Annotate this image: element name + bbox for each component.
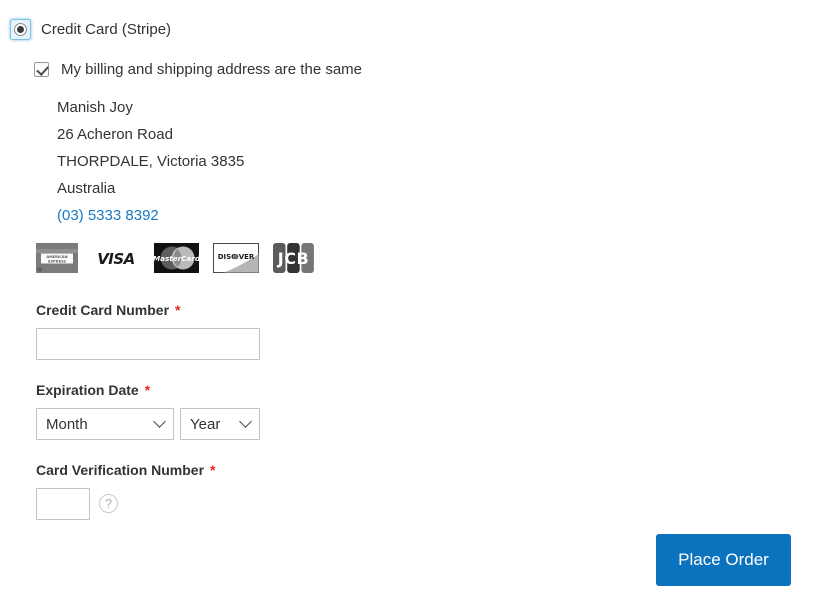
- credit-card-number-required-asterisk: *: [175, 302, 181, 318]
- jcb-logo: JCB: [273, 243, 314, 273]
- billing-same-label: My billing and shipping address are the …: [61, 61, 363, 78]
- payment-method-label: Credit Card (Stripe): [41, 21, 172, 38]
- question-mark-glyph: ?: [104, 496, 113, 511]
- billing-same-as-shipping-row[interactable]: My billing and shipping address are the …: [34, 61, 362, 78]
- expiration-date-required-asterisk: *: [144, 382, 151, 398]
- expiration-year-value: Year: [190, 415, 221, 433]
- card-verification-number-label: Card Verification Number *: [36, 462, 216, 478]
- card-verification-number-required-asterisk: *: [210, 462, 216, 478]
- american-express-logo: AMERICAN EXPRESS: [36, 243, 78, 273]
- svg-text:VISA: VISA: [97, 250, 135, 268]
- billing-same-checkbox[interactable]: [34, 62, 49, 77]
- address-country: Australia: [57, 180, 116, 197]
- question-mark-icon[interactable]: ?: [99, 494, 118, 513]
- svg-text:MasterCard: MasterCard: [154, 254, 199, 263]
- expiration-month-value: Month: [46, 415, 88, 433]
- credit-card-number-label-text: Credit Card Number: [36, 302, 170, 318]
- chevron-down-icon: [239, 414, 252, 428]
- expiration-year-select[interactable]: Year: [180, 408, 260, 440]
- credit-card-number-input[interactable]: [36, 328, 260, 360]
- discover-logo: DISC VER: [213, 243, 259, 273]
- accepted-card-logos: AMERICAN EXPRESS VISA MasterCard DISC VE…: [36, 243, 315, 273]
- radio-selected-icon[interactable]: [10, 19, 31, 40]
- svg-text:AMERICAN: AMERICAN: [46, 255, 67, 259]
- expiration-month-select[interactable]: Month: [36, 408, 174, 440]
- card-verification-number-input[interactable]: [36, 488, 90, 520]
- address-street: 26 Acheron Road: [57, 126, 173, 143]
- credit-card-number-label: Credit Card Number *: [36, 302, 180, 318]
- billing-address-block: Manish Joy 26 Acheron Road THORPDALE, Vi…: [57, 94, 244, 229]
- svg-text:JCB: JCB: [277, 249, 309, 268]
- address-phone-link[interactable]: (03) 5333 8392: [57, 202, 244, 229]
- payment-method-option-stripe[interactable]: Credit Card (Stripe): [10, 19, 171, 40]
- mastercard-logo: MasterCard: [154, 243, 199, 273]
- svg-text:EXPRESS: EXPRESS: [48, 259, 67, 263]
- chevron-down-icon: [153, 414, 166, 428]
- visa-logo: VISA: [92, 243, 140, 273]
- address-name: Manish Joy: [57, 99, 133, 116]
- address-city-region-postcode: THORPDALE, Victoria 3835: [57, 153, 245, 170]
- checkout-payment-section: Credit Card (Stripe) My billing and ship…: [0, 0, 814, 608]
- place-order-button[interactable]: Place Order: [656, 534, 791, 586]
- expiration-date-label-text: Expiration Date: [36, 382, 139, 398]
- expiration-date-label: Expiration Date *: [36, 382, 150, 398]
- card-verification-number-label-text: Card Verification Number: [36, 462, 205, 478]
